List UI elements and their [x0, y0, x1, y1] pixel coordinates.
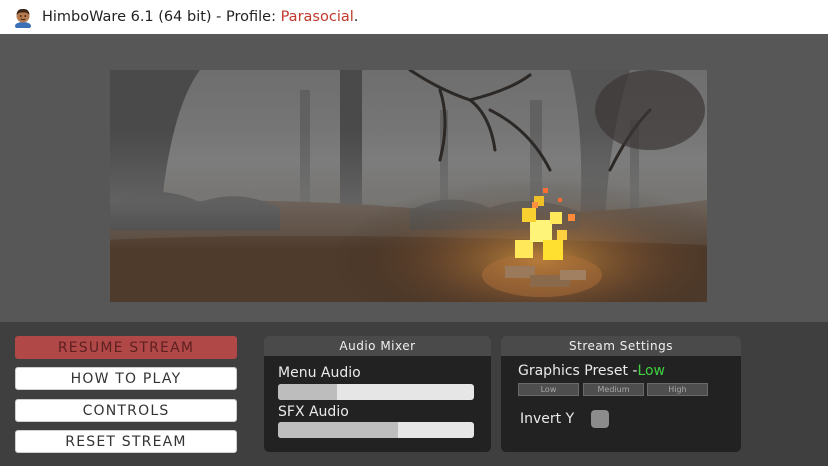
resume-stream-button[interactable]: RESUME STREAM	[15, 336, 237, 359]
audio-mixer-panel: Audio Mixer Menu Audio SFX Audio	[264, 336, 491, 452]
menu-panel: RESUME STREAM HOW TO PLAY CONTROLS RESET…	[0, 322, 828, 466]
game-area	[0, 34, 828, 322]
audio-mixer-title: Audio Mixer	[264, 336, 491, 356]
profile-name: Parasocial	[280, 9, 354, 25]
app-avatar-icon	[12, 6, 34, 30]
title-bar: HimboWare 6.1 (64 bit) - Profile: Paraso…	[0, 0, 828, 34]
preset-low-button[interactable]: Low	[518, 383, 579, 396]
invert-y-label: Invert Y	[520, 411, 575, 427]
preset-high-button[interactable]: High	[647, 383, 708, 396]
preset-medium-button[interactable]: Medium	[583, 383, 644, 396]
sfx-audio-slider-fill	[278, 422, 398, 438]
sfx-audio-label: SFX Audio	[278, 404, 349, 420]
graphics-preset-value: Low	[637, 363, 666, 379]
controls-button[interactable]: CONTROLS	[15, 399, 237, 422]
menu-audio-slider-fill	[278, 384, 337, 400]
menu-audio-slider[interactable]	[278, 384, 474, 400]
menu-audio-label: Menu Audio	[278, 365, 361, 381]
graphics-preset-row: Graphics Preset -Low	[518, 363, 665, 379]
graphics-preset-label: Graphics Preset -	[518, 363, 638, 379]
sfx-audio-slider[interactable]	[278, 422, 474, 438]
reset-stream-button[interactable]: RESET STREAM	[15, 430, 237, 453]
window-title: HimboWare 6.1 (64 bit) - Profile: Paraso…	[42, 9, 358, 25]
how-to-play-button[interactable]: HOW TO PLAY	[15, 367, 237, 390]
forest-campfire-scene	[110, 70, 707, 302]
stream-settings-panel: Stream Settings Graphics Preset -Low Low…	[501, 336, 741, 452]
invert-y-toggle[interactable]	[591, 410, 609, 428]
stream-settings-title: Stream Settings	[501, 336, 741, 356]
title-suffix: .	[353, 9, 359, 25]
title-prefix: HimboWare 6.1 (64 bit) - Profile:	[42, 9, 281, 25]
